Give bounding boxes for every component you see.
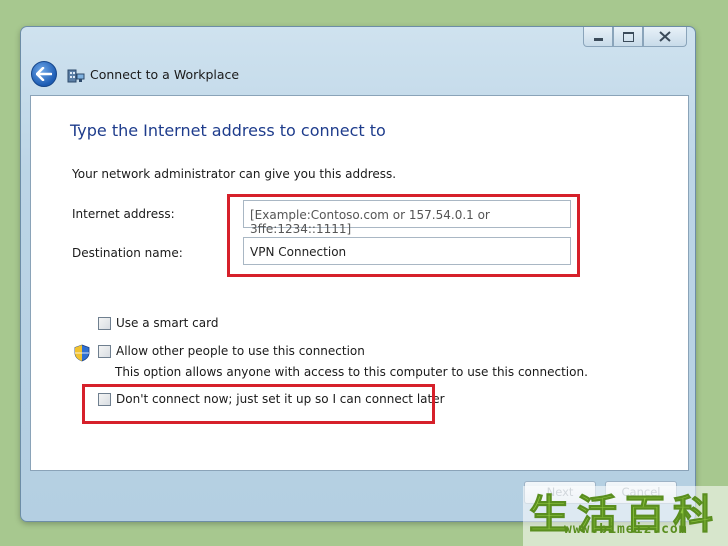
allow-others-hint: This option allows anyone with access to… xyxy=(115,365,588,379)
destination-name-label: Destination name: xyxy=(72,246,183,260)
maximize-button[interactable] xyxy=(613,27,643,47)
intro-text: Your network administrator can give you … xyxy=(72,167,397,181)
dont-connect-highlight xyxy=(82,384,435,424)
page-heading: Type the Internet address to connect to xyxy=(70,121,386,140)
window-title: Connect to a Workplace xyxy=(90,67,240,82)
connect-to-workplace-window: Connect to a Workplace Type the Internet… xyxy=(20,26,696,522)
uac-shield-icon xyxy=(74,344,90,362)
internet-address-label: Internet address: xyxy=(72,207,175,221)
caption-buttons xyxy=(583,27,687,47)
wizard-content: Type the Internet address to connect to … xyxy=(30,95,689,471)
close-button[interactable] xyxy=(643,27,687,47)
allow-others-checkbox[interactable] xyxy=(98,344,111,358)
smart-card-checkbox[interactable] xyxy=(98,316,111,330)
smart-card-option[interactable]: Use a smart card xyxy=(98,316,218,330)
address-fields-highlight xyxy=(227,194,580,277)
smart-card-label: Use a smart card xyxy=(116,316,219,330)
allow-others-label: Allow other people to use this connectio… xyxy=(116,344,365,358)
back-arrow-icon xyxy=(36,67,52,81)
network-workplace-icon xyxy=(67,69,85,83)
allow-others-option[interactable]: Allow other people to use this connectio… xyxy=(98,344,365,358)
minimize-button[interactable] xyxy=(583,27,613,47)
watermark-url: www.bimeiz.com xyxy=(564,522,688,537)
close-icon xyxy=(659,31,671,42)
back-button[interactable] xyxy=(31,61,57,87)
